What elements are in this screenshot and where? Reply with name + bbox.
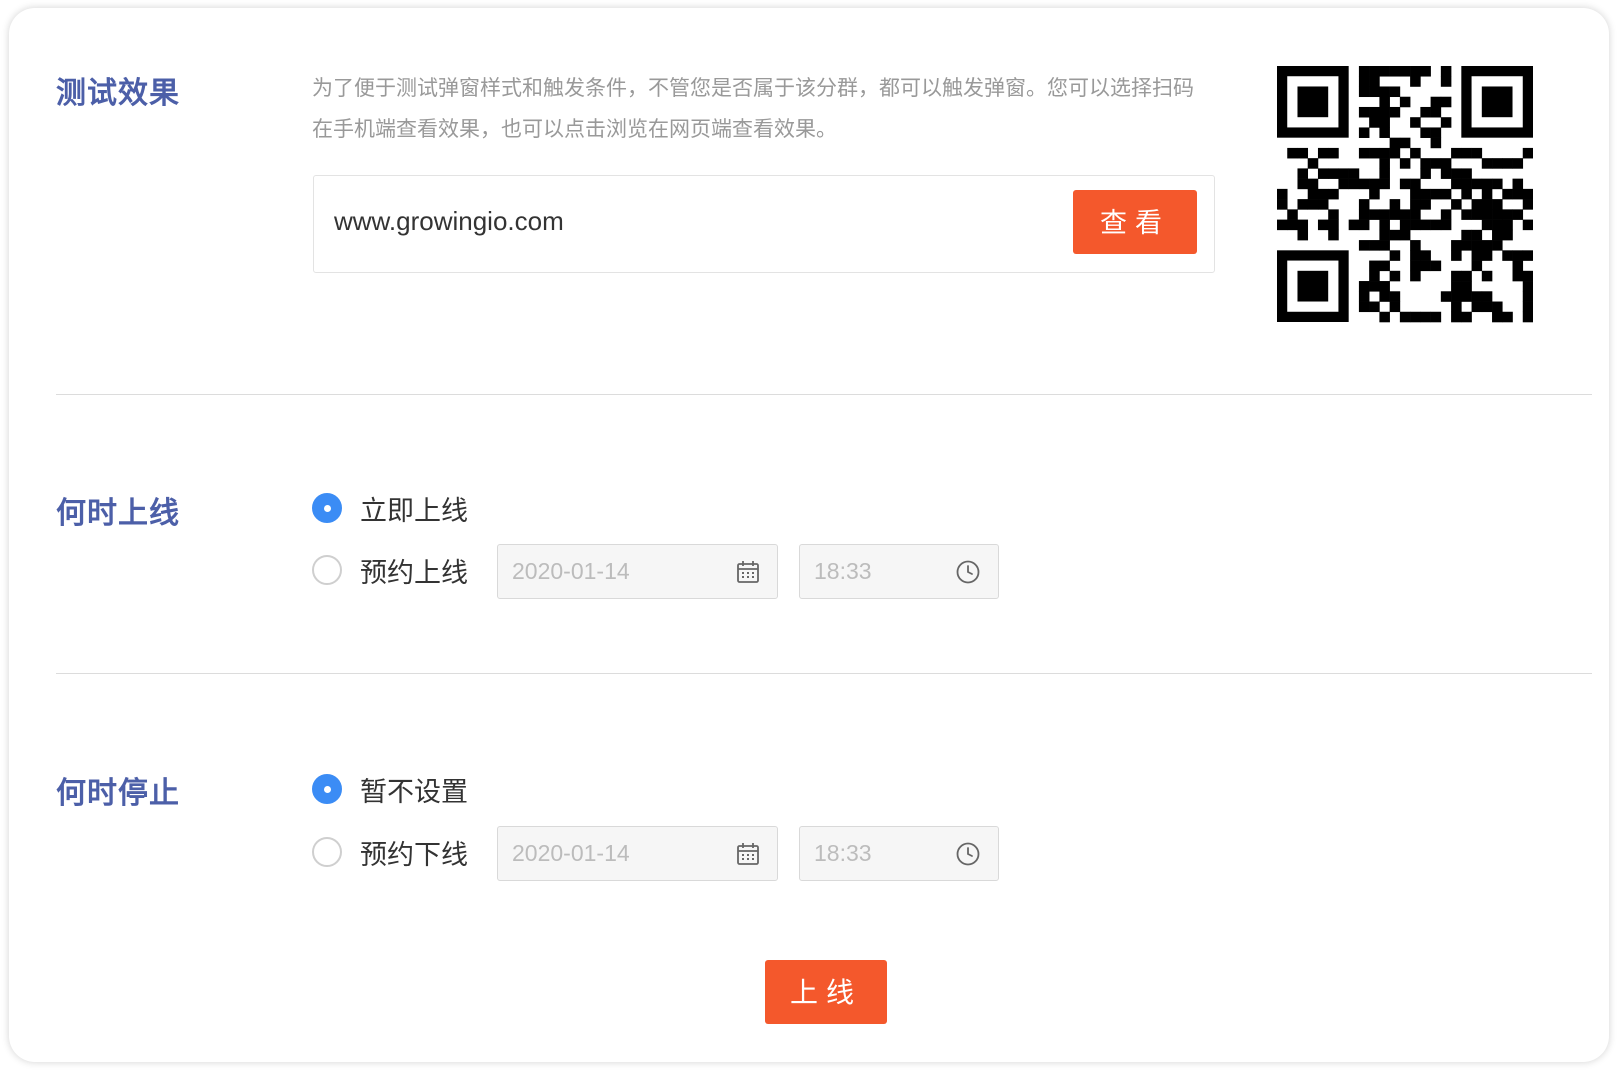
- clock-icon: [956, 560, 980, 584]
- test-description: 为了便于测试弹窗样式和触发条件，不管您是否属于该分群，都可以触发弹窗。您可以选择…: [312, 76, 1194, 141]
- go-online-button[interactable]: 上线: [765, 960, 887, 1024]
- stop-section-title: 何时停止: [56, 776, 180, 811]
- divider: [56, 394, 1592, 395]
- settings-card: 测试效果 为了便于测试弹窗样式和触发条件，不管您是否属于该分群，都可以触发弹窗。…: [9, 8, 1609, 1062]
- preview-url-field[interactable]: www.growingio.com 查看: [313, 175, 1215, 273]
- test-section-title: 测试效果: [56, 76, 180, 111]
- radio-label: 预约下线: [360, 839, 468, 871]
- date-placeholder: 2020-01-14: [512, 840, 630, 866]
- radio-button[interactable]: [312, 774, 342, 804]
- stop-date-picker[interactable]: 2020-01-14: [497, 826, 778, 881]
- radio-label: 立即上线: [360, 495, 468, 527]
- radio-label: 暂不设置: [360, 776, 468, 808]
- date-placeholder: 2020-01-14: [512, 558, 630, 584]
- online-date-picker[interactable]: 2020-01-14: [497, 544, 778, 599]
- calendar-icon: [737, 561, 759, 583]
- time-placeholder: 18:33: [814, 558, 872, 584]
- radio-label: 预约上线: [360, 557, 468, 589]
- clock-icon: [956, 842, 980, 866]
- radio-button[interactable]: [312, 555, 342, 585]
- radio-button[interactable]: [312, 837, 342, 867]
- stop-time-picker[interactable]: 18:33: [799, 826, 999, 881]
- online-time-picker[interactable]: 18:33: [799, 544, 999, 599]
- view-button[interactable]: 查看: [1073, 190, 1197, 254]
- divider: [56, 673, 1592, 674]
- radio-button[interactable]: [312, 493, 342, 523]
- qr-code-icon: [1277, 66, 1533, 323]
- radio-stop-none[interactable]: 暂不设置: [312, 771, 468, 808]
- radio-online-scheduled[interactable]: 预约上线: [312, 552, 468, 589]
- preview-url-value[interactable]: www.growingio.com: [334, 206, 564, 237]
- radio-stop-scheduled[interactable]: 预约下线: [312, 834, 468, 871]
- online-section-title: 何时上线: [56, 496, 180, 531]
- time-placeholder: 18:33: [814, 840, 872, 866]
- calendar-icon: [737, 843, 759, 865]
- radio-online-now[interactable]: 立即上线: [312, 490, 468, 527]
